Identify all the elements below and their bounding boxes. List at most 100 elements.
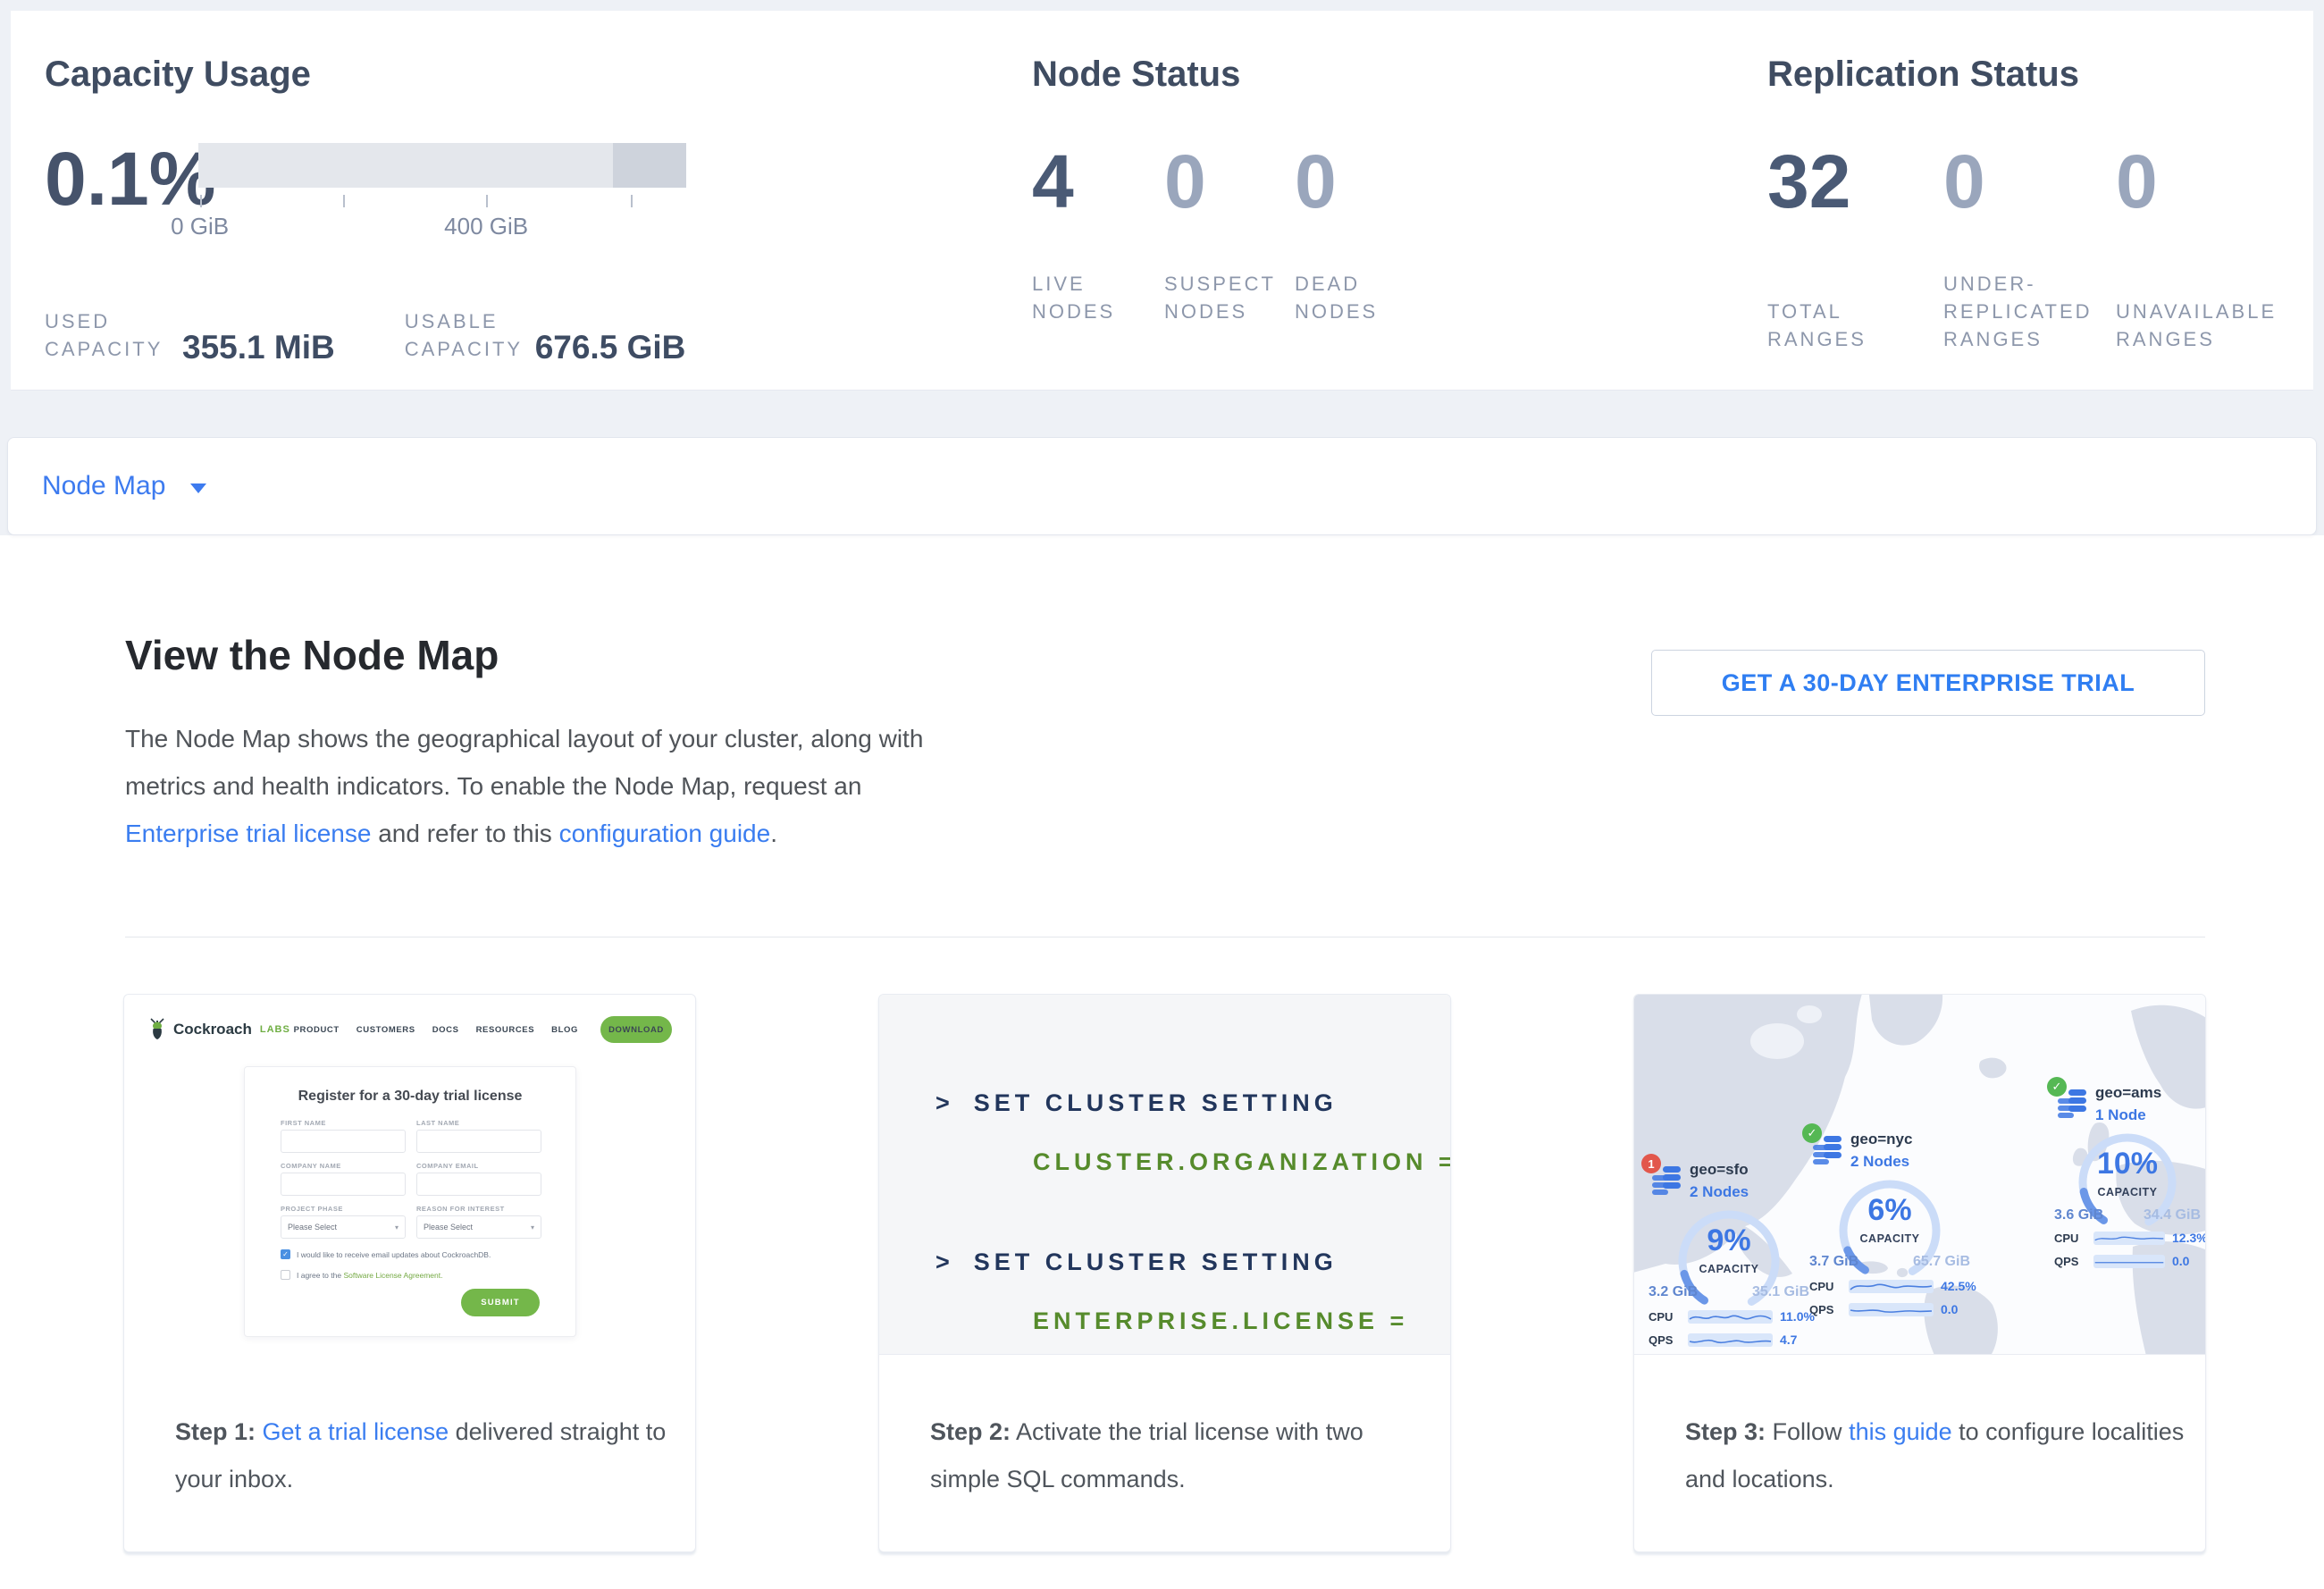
node-status-section: Node Status 4 0 0 LIVE NODES SUSPECT NOD… <box>1032 52 1378 325</box>
total-ranges-label: TOTAL RANGES <box>1767 298 1943 353</box>
locality-name: geo=sfo <box>1690 1161 1749 1179</box>
live-nodes-label: LIVE NODES <box>1032 270 1164 325</box>
node-map-dropdown-label: Node Map <box>42 471 165 501</box>
mini-field-label: COMPANY EMAIL <box>416 1162 541 1170</box>
cpu-label: CPU <box>1809 1280 1842 1293</box>
axis-tick-label: 0 GiB <box>171 213 229 240</box>
under-replicated-ranges-value: 0 <box>1943 132 2116 231</box>
locality-name: geo=nyc <box>1850 1131 1912 1148</box>
node-map-dropdown[interactable]: Node Map <box>42 471 206 501</box>
mini-checkbox-label: I agree to the Software License Agreemen… <box>297 1271 443 1280</box>
capacity-total: 65.7 GiB <box>1913 1254 1970 1270</box>
capacity-total: 34.4 GiB <box>2144 1207 2201 1223</box>
cpu-value: 12.3% <box>2172 1231 2205 1245</box>
steps-card-row: Cockroach LABS PRODUCT CUSTOMERS DOCS RE… <box>123 994 2206 1552</box>
checkbox-checked-icon: ✓ <box>281 1249 290 1259</box>
view-selector-bar: Node Map <box>7 437 2317 535</box>
mini-project-phase-select: Please Select▾ <box>281 1215 406 1239</box>
step3-caption: Step 3: Follow this guide to configure l… <box>1634 1355 2205 1551</box>
get-trial-license-link[interactable]: Get a trial license <box>263 1418 449 1445</box>
step2-card: > SET CLUSTER SETTING CLUSTER.ORGANIZATIO… <box>878 994 1451 1552</box>
capacity-used: 3.7 GiB <box>1809 1254 1858 1270</box>
step2-caption: Step 2: Activate the trial license with … <box>879 1355 1450 1551</box>
qps-label: QPS <box>1809 1303 1842 1316</box>
mini-field-label: COMPANY NAME <box>281 1162 406 1170</box>
enterprise-trial-license-link[interactable]: Enterprise trial license <box>125 820 371 847</box>
capacity-used: 3.2 GiB <box>1649 1284 1698 1300</box>
capacity-usage-title: Capacity Usage <box>45 52 686 97</box>
dead-nodes-label: DEAD NODES <box>1295 270 1378 325</box>
capacity-label: CAPACITY <box>2054 1186 2201 1198</box>
mini-download-button: DOWNLOAD <box>600 1016 672 1043</box>
mini-last-name-input <box>416 1130 541 1153</box>
locality-node-count: 2 Nodes <box>1850 1153 1909 1171</box>
unavailable-ranges-value: 0 <box>2116 132 2158 231</box>
healthy-badge-icon: ✓ <box>2047 1077 2067 1097</box>
mini-first-name-input <box>281 1130 406 1153</box>
cpu-sparkline <box>1849 1280 1934 1293</box>
axis-tick <box>631 195 633 207</box>
usable-capacity-label: USABLE CAPACITY <box>405 307 528 363</box>
terminal-prompt: > <box>935 1089 954 1116</box>
replication-status-section: Replication Status 32 0 0 TOTAL RANGES U… <box>1767 52 2277 353</box>
mini-site-nav: PRODUCT CUSTOMERS DOCS RESOURCES BLOG DO… <box>294 1016 672 1043</box>
locality-node-count: 2 Nodes <box>1690 1183 1749 1201</box>
mini-form-title: Register for a 30-day trial license <box>281 1089 540 1105</box>
healthy-badge-icon: ✓ <box>1802 1123 1822 1143</box>
capacity-percent: 0.1% <box>45 132 198 225</box>
step1-card: Cockroach LABS PRODUCT CUSTOMERS DOCS RE… <box>123 994 696 1552</box>
get-enterprise-trial-button[interactable]: GET A 30-DAY ENTERPRISE TRIAL <box>1651 650 2205 716</box>
mini-checkbox-label: I would like to receive email updates ab… <box>297 1250 491 1259</box>
capacity-gauge <box>1649 1202 1809 1318</box>
page-title: View the Node Map <box>125 631 499 679</box>
trial-registration-form: Register for a 30-day trial license FIRS… <box>244 1066 576 1337</box>
total-ranges-value: 32 <box>1767 132 1943 231</box>
qps-sparkline <box>1688 1333 1773 1347</box>
mini-nav-blog: BLOG <box>551 1025 578 1035</box>
mini-nav-resources: RESOURCES <box>476 1025 535 1035</box>
sql-command: SET CLUSTER SETTING <box>974 1248 1338 1275</box>
mini-company-email-input <box>416 1173 541 1196</box>
map-node-nyc: ✓ geo=nyc 2 Nodes 6% CAPACITY 3.7 GiB <box>1809 1131 1970 1172</box>
map-node-sfo: 1 geo=sfo 2 Nodes 9% CAPACITY 3.2 GiB <box>1649 1161 1809 1202</box>
step1-caption: Step 1: Get a trial license delivered st… <box>124 1355 695 1551</box>
cpu-sparkline <box>1688 1310 1773 1324</box>
axis-tick-label: 400 GiB <box>444 213 528 240</box>
node-map-description: The Node Map shows the geographical layo… <box>125 715 981 857</box>
usable-capacity-value: 676.5 GiB <box>535 329 686 366</box>
live-nodes-value: 4 <box>1032 132 1164 231</box>
capacity-percent: 6% <box>1809 1193 1970 1228</box>
qps-value: 0.0 <box>1941 1302 1958 1316</box>
node-map-preview-image: 1 geo=sfo 2 Nodes 9% CAPACITY 3.2 GiB <box>1634 995 2205 1355</box>
qps-value: 4.7 <box>1780 1333 1797 1347</box>
checkbox-empty-icon <box>281 1270 290 1280</box>
mini-company-name-input <box>281 1173 406 1196</box>
terminal-prompt: > <box>935 1248 954 1275</box>
capacity-bar-reserved-segment <box>613 143 686 188</box>
used-capacity-label: USED CAPACITY <box>45 307 180 363</box>
mini-nav-customers: CUSTOMERS <box>357 1025 415 1035</box>
sql-setting-organization: CLUSTER.ORGANIZATION = <box>1033 1132 1450 1191</box>
capacity-usage-section: Capacity Usage 0.1% 0 GiB 400 GiB USED C… <box>45 52 686 363</box>
mini-field-label: REASON FOR INTEREST <box>416 1205 541 1213</box>
capacity-label: CAPACITY <box>1649 1263 1809 1275</box>
qps-value: 0.0 <box>2172 1254 2189 1268</box>
dead-nodes-value: 0 <box>1295 132 1337 231</box>
sql-terminal-illustration: > SET CLUSTER SETTING CLUSTER.ORGANIZATIO… <box>879 995 1450 1355</box>
chevron-down-icon: ▾ <box>395 1223 399 1232</box>
capacity-used: 3.6 GiB <box>2054 1207 2103 1223</box>
capacity-gauge <box>1809 1172 1970 1288</box>
this-guide-link[interactable]: this guide <box>1849 1418 1952 1445</box>
cpu-label: CPU <box>2054 1232 2086 1245</box>
unavailable-ranges-label: UNAVAILABLE RANGES <box>2116 298 2277 353</box>
mini-field-label: FIRST NAME <box>281 1119 406 1127</box>
mini-field-label: LAST NAME <box>416 1119 541 1127</box>
capacity-bar-track <box>198 143 686 188</box>
sql-command: SET CLUSTER SETTING <box>974 1089 1338 1116</box>
locality-node-count: 1 Node <box>2095 1106 2146 1124</box>
qps-sparkline <box>2093 1255 2165 1268</box>
mini-nav-docs: DOCS <box>432 1025 459 1035</box>
configuration-guide-link[interactable]: configuration guide <box>559 820 771 847</box>
capacity-percent: 10% <box>2054 1147 2201 1181</box>
under-replicated-ranges-label: UNDER- REPLICATED RANGES <box>1943 270 2116 353</box>
